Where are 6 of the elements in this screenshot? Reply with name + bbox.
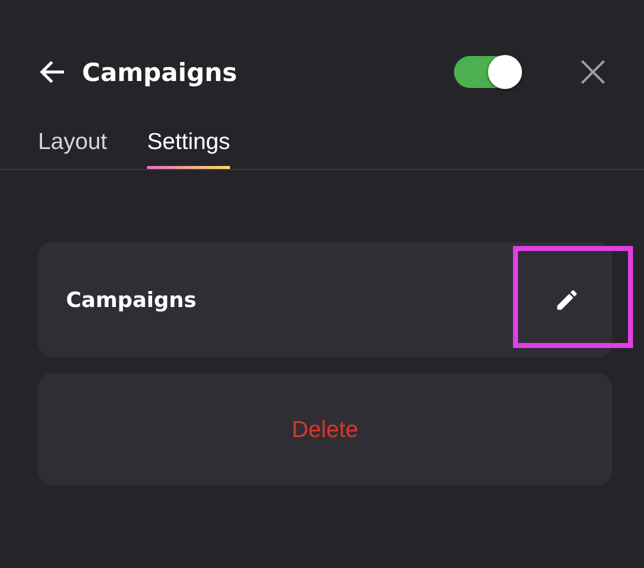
card-label: Campaigns [66,288,198,312]
tab[interactable]: Layout [38,124,108,169]
back-arrow-icon[interactable] [38,58,66,86]
close-icon[interactable] [580,59,606,85]
toggle-switch[interactable] [454,56,522,88]
page-title: Campaigns [82,58,238,86]
